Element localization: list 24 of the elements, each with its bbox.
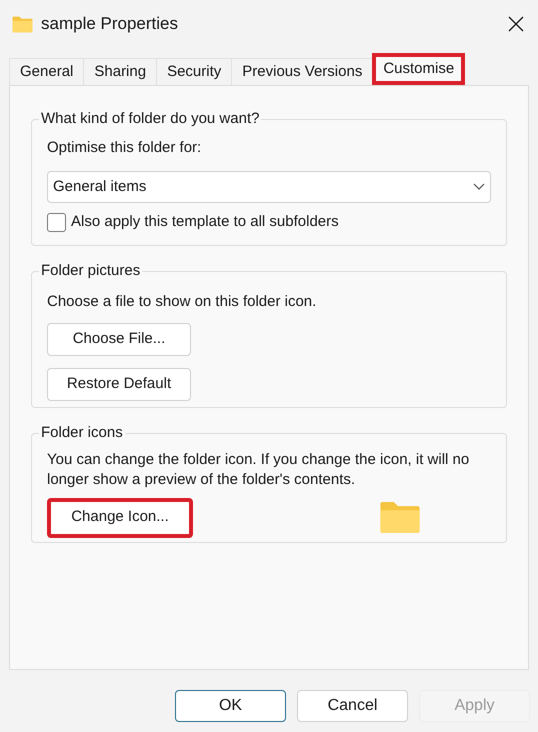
chevron-down-icon: [473, 183, 485, 191]
dropdown[interactable]: General items: [47, 171, 491, 203]
window-title: sample Properties: [41, 13, 178, 36]
push-button[interactable]: Change Icon...: [47, 498, 193, 538]
tab[interactable]: Sharing: [83, 58, 156, 85]
description: Choose a file to show on this folder icon.: [47, 292, 318, 312]
folder-icon: [379, 501, 421, 534]
folder-icon: [12, 16, 33, 32]
push-button[interactable]: Choose File...: [47, 323, 191, 356]
tab[interactable]: General: [9, 58, 84, 85]
close-icon[interactable]: [508, 16, 524, 32]
group-title: What kind of folder do you want?: [40, 109, 260, 129]
dialog-button[interactable]: OK: [175, 690, 286, 722]
tab[interactable]: Previous Versions: [231, 58, 372, 85]
group-title: Folder pictures: [40, 261, 142, 281]
dialog-button[interactable]: Cancel: [297, 690, 408, 722]
tab[interactable]: Customise: [372, 53, 466, 85]
field-label: Optimise this folder for:: [47, 138, 202, 158]
group-title: Folder icons: [40, 423, 124, 443]
tab[interactable]: Security: [156, 58, 232, 85]
checkbox-label: Also apply this template to all subfolders: [71, 212, 339, 232]
checkbox[interactable]: [47, 212, 66, 232]
description: You can change the folder icon. If you change the icon, it will no longer show a preview of the folder's contents.: [47, 450, 470, 490]
push-button[interactable]: Restore Default: [47, 368, 191, 401]
